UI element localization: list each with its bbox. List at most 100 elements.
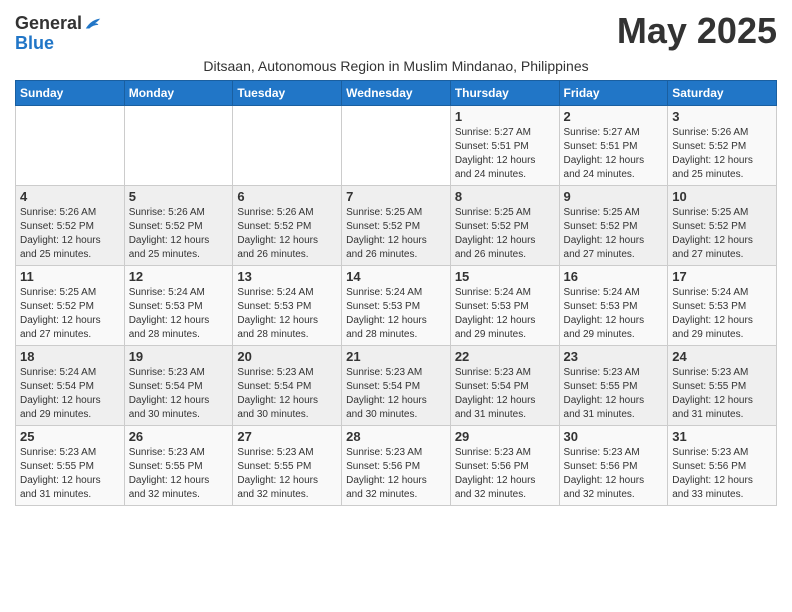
- day-info: Sunrise: 5:23 AM Sunset: 5:55 PM Dayligh…: [20, 446, 120, 502]
- day-number: 26: [129, 429, 229, 444]
- calendar-cell: [233, 105, 342, 185]
- day-number: 11: [20, 269, 120, 284]
- day-info: Sunrise: 5:23 AM Sunset: 5:56 PM Dayligh…: [455, 446, 555, 502]
- day-info: Sunrise: 5:23 AM Sunset: 5:54 PM Dayligh…: [346, 366, 446, 422]
- calendar-cell: 16Sunrise: 5:24 AM Sunset: 5:53 PM Dayli…: [559, 265, 668, 345]
- day-number: 8: [455, 189, 555, 204]
- calendar-cell: 29 Sunrise: 5:23 AM Sunset: 5:56 PM Dayli…: [450, 425, 559, 505]
- day-info: Sunrise: 5:24 AM Sunset: 5:53 PM Dayligh…: [129, 286, 229, 342]
- calendar-cell: [16, 105, 125, 185]
- calendar-cell: 13 Sunrise: 5:24 AM Sunset: 5:53 PM Dayli…: [233, 265, 342, 345]
- day-number: 13: [237, 269, 337, 284]
- day-info: Sunrise: 5:23 AM Sunset: 5:56 PM Dayligh…: [564, 446, 664, 502]
- calendar-cell: 22Sunrise: 5:23 AM Sunset: 5:54 PM Dayli…: [450, 345, 559, 425]
- logo-bird-icon: [84, 17, 102, 31]
- calendar-cell: 17 Sunrise: 5:24 AM Sunset: 5:53 PM Dayli…: [668, 265, 777, 345]
- day-number: 17: [672, 269, 772, 284]
- header: General Blue May 2025: [15, 10, 777, 54]
- day-number: 1: [455, 109, 555, 124]
- day-info: Sunrise: 5:25 AM Sunset: 5:52 PM Dayligh…: [20, 286, 120, 342]
- calendar-cell: [342, 105, 451, 185]
- calendar-cell: 25 Sunrise: 5:23 AM Sunset: 5:55 PM Dayli…: [16, 425, 125, 505]
- calendar-cell: 19 Sunrise: 5:23 AM Sunset: 5:54 PM Dayli…: [124, 345, 233, 425]
- day-info: Sunrise: 5:26 AM Sunset: 5:52 PM Dayligh…: [237, 206, 337, 262]
- day-number: 16: [564, 269, 664, 284]
- calendar-cell: 5Sunrise: 5:26 AM Sunset: 5:52 PM Daylig…: [124, 185, 233, 265]
- day-info: Sunrise: 5:23 AM Sunset: 5:55 PM Dayligh…: [237, 446, 337, 502]
- day-number: 30: [564, 429, 664, 444]
- calendar-cell: 26 Sunrise: 5:23 AM Sunset: 5:55 PM Dayli…: [124, 425, 233, 505]
- day-info: Sunrise: 5:23 AM Sunset: 5:55 PM Dayligh…: [129, 446, 229, 502]
- calendar-cell: 14Sunrise: 5:24 AM Sunset: 5:53 PM Dayli…: [342, 265, 451, 345]
- calendar-cell: 15 Sunrise: 5:24 AM Sunset: 5:53 PM Dayli…: [450, 265, 559, 345]
- day-number: 23: [564, 349, 664, 364]
- day-number: 21: [346, 349, 446, 364]
- day-number: 14: [346, 269, 446, 284]
- day-number: 18: [20, 349, 120, 364]
- calendar-cell: 11 Sunrise: 5:25 AM Sunset: 5:52 PM Dayli…: [16, 265, 125, 345]
- day-info: Sunrise: 5:23 AM Sunset: 5:54 PM Dayligh…: [129, 366, 229, 422]
- day-info: Sunrise: 5:23 AM Sunset: 5:56 PM Dayligh…: [672, 446, 772, 502]
- day-info: Sunrise: 5:23 AM Sunset: 5:56 PM Dayligh…: [346, 446, 446, 502]
- calendar-cell: [124, 105, 233, 185]
- day-header-friday: Friday: [559, 80, 668, 105]
- day-number: 24: [672, 349, 772, 364]
- day-info: Sunrise: 5:25 AM Sunset: 5:52 PM Dayligh…: [346, 206, 446, 262]
- day-number: 2: [564, 109, 664, 124]
- calendar-cell: 12 Sunrise: 5:24 AM Sunset: 5:53 PM Dayli…: [124, 265, 233, 345]
- subtitle: Ditsaan, Autonomous Region in Muslim Min…: [15, 58, 777, 74]
- day-info: Sunrise: 5:24 AM Sunset: 5:54 PM Dayligh…: [20, 366, 120, 422]
- day-header-wednesday: Wednesday: [342, 80, 451, 105]
- day-header-monday: Monday: [124, 80, 233, 105]
- day-number: 28: [346, 429, 446, 444]
- calendar-cell: 31 Sunrise: 5:23 AM Sunset: 5:56 PM Dayli…: [668, 425, 777, 505]
- logo-general: General: [15, 14, 82, 34]
- day-number: 9: [564, 189, 664, 204]
- day-number: 15: [455, 269, 555, 284]
- day-info: Sunrise: 5:25 AM Sunset: 5:52 PM Dayligh…: [455, 206, 555, 262]
- day-info: Sunrise: 5:23 AM Sunset: 5:54 PM Dayligh…: [455, 366, 555, 422]
- day-info: Sunrise: 5:27 AM Sunset: 5:51 PM Dayligh…: [455, 126, 555, 182]
- day-info: Sunrise: 5:24 AM Sunset: 5:53 PM Dayligh…: [455, 286, 555, 342]
- day-number: 29: [455, 429, 555, 444]
- calendar-table: SundayMondayTuesdayWednesdayThursdayFrid…: [15, 80, 777, 506]
- calendar-cell: 4Sunrise: 5:26 AM Sunset: 5:52 PM Daylig…: [16, 185, 125, 265]
- calendar-cell: 10 Sunrise: 5:25 AM Sunset: 5:52 PM Dayli…: [668, 185, 777, 265]
- calendar-cell: 30 Sunrise: 5:23 AM Sunset: 5:56 PM Dayli…: [559, 425, 668, 505]
- week-row-5: 25 Sunrise: 5:23 AM Sunset: 5:55 PM Dayli…: [16, 425, 777, 505]
- day-header-sunday: Sunday: [16, 80, 125, 105]
- day-info: Sunrise: 5:27 AM Sunset: 5:51 PM Dayligh…: [564, 126, 664, 182]
- day-number: 7: [346, 189, 446, 204]
- day-header-saturday: Saturday: [668, 80, 777, 105]
- calendar-cell: 9 Sunrise: 5:25 AM Sunset: 5:52 PM Daylig…: [559, 185, 668, 265]
- calendar-cell: 8 Sunrise: 5:25 AM Sunset: 5:52 PM Daylig…: [450, 185, 559, 265]
- month-title: May 2025: [617, 10, 777, 52]
- week-row-1: 1 Sunrise: 5:27 AM Sunset: 5:51 PM Daylig…: [16, 105, 777, 185]
- day-info: Sunrise: 5:24 AM Sunset: 5:53 PM Dayligh…: [237, 286, 337, 342]
- calendar-cell: 24Sunrise: 5:23 AM Sunset: 5:55 PM Dayli…: [668, 345, 777, 425]
- day-info: Sunrise: 5:23 AM Sunset: 5:55 PM Dayligh…: [564, 366, 664, 422]
- calendar-cell: 18 Sunrise: 5:24 AM Sunset: 5:54 PM Dayli…: [16, 345, 125, 425]
- calendar-cell: 28 Sunrise: 5:23 AM Sunset: 5:56 PM Dayli…: [342, 425, 451, 505]
- calendar-cell: 21 Sunrise: 5:23 AM Sunset: 5:54 PM Dayli…: [342, 345, 451, 425]
- day-header-tuesday: Tuesday: [233, 80, 342, 105]
- day-info: Sunrise: 5:23 AM Sunset: 5:54 PM Dayligh…: [237, 366, 337, 422]
- calendar-cell: 6Sunrise: 5:26 AM Sunset: 5:52 PM Daylig…: [233, 185, 342, 265]
- calendar-cell: 23 Sunrise: 5:23 AM Sunset: 5:55 PM Dayli…: [559, 345, 668, 425]
- week-row-3: 11 Sunrise: 5:25 AM Sunset: 5:52 PM Dayli…: [16, 265, 777, 345]
- week-row-4: 18 Sunrise: 5:24 AM Sunset: 5:54 PM Dayli…: [16, 345, 777, 425]
- logo-blue: Blue: [15, 34, 54, 54]
- day-info: Sunrise: 5:25 AM Sunset: 5:52 PM Dayligh…: [672, 206, 772, 262]
- calendar-cell: 7 Sunrise: 5:25 AM Sunset: 5:52 PM Daylig…: [342, 185, 451, 265]
- day-info: Sunrise: 5:26 AM Sunset: 5:52 PM Dayligh…: [20, 206, 120, 262]
- day-info: Sunrise: 5:25 AM Sunset: 5:52 PM Dayligh…: [564, 206, 664, 262]
- day-number: 19: [129, 349, 229, 364]
- day-number: 10: [672, 189, 772, 204]
- logo: General Blue: [15, 14, 102, 54]
- week-row-2: 4Sunrise: 5:26 AM Sunset: 5:52 PM Daylig…: [16, 185, 777, 265]
- day-number: 25: [20, 429, 120, 444]
- day-number: 31: [672, 429, 772, 444]
- day-number: 12: [129, 269, 229, 284]
- calendar-cell: 27Sunrise: 5:23 AM Sunset: 5:55 PM Dayli…: [233, 425, 342, 505]
- day-info: Sunrise: 5:24 AM Sunset: 5:53 PM Dayligh…: [672, 286, 772, 342]
